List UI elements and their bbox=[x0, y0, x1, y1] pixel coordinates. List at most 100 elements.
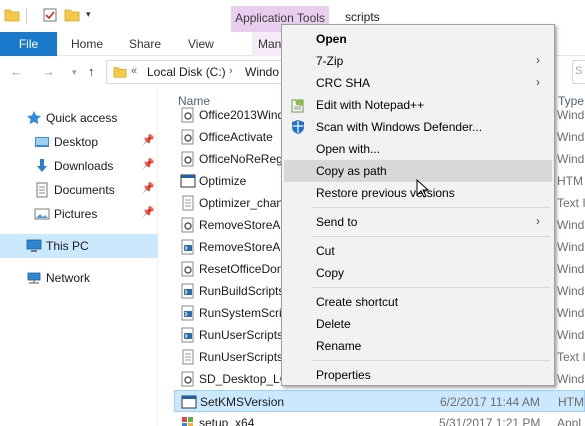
pin-icon[interactable]: 📌 bbox=[142, 183, 154, 194]
file-name: Office2013Wind bbox=[199, 108, 285, 122]
menu-item-create-shortcut[interactable]: Create shortcut bbox=[284, 291, 552, 313]
file-type: Wind bbox=[557, 372, 585, 386]
menu-item-edit-notepadpp[interactable]: Edit with Notepad++ bbox=[284, 94, 552, 116]
address-overflow[interactable]: « bbox=[131, 65, 137, 77]
menu-item-label: Edit with Notepad++ bbox=[316, 98, 425, 112]
sidebar-item-documents[interactable]: Documents 📌 bbox=[0, 178, 158, 202]
notepadpp-icon bbox=[291, 99, 304, 113]
file-type: Wind bbox=[557, 218, 585, 232]
sidebar-item-desktop[interactable]: Desktop 📌 bbox=[0, 130, 158, 154]
new-folder-icon[interactable] bbox=[64, 7, 80, 23]
menu-item-label: Cut bbox=[316, 244, 335, 258]
menu-item-label: Rename bbox=[316, 339, 362, 353]
script-gear-icon bbox=[181, 371, 194, 387]
forward-arrow-icon[interactable]: → bbox=[42, 64, 55, 79]
file-name: Optimizer_chan bbox=[199, 196, 284, 210]
file-type: Wind bbox=[557, 152, 585, 166]
chevron-right-icon[interactable]: › bbox=[229, 65, 233, 77]
sidebar-item-downloads[interactable]: Downloads 📌 bbox=[0, 154, 158, 178]
text-file-icon bbox=[182, 349, 194, 365]
file-name: SetKMSVersion bbox=[200, 395, 285, 409]
powershell-icon bbox=[181, 283, 194, 299]
breadcrumb-windows[interactable]: Windo bbox=[245, 65, 279, 79]
menu-item-label: 7-Zip bbox=[316, 54, 344, 68]
file-type: Wind bbox=[557, 108, 585, 122]
file-date: 5/31/2017 1:21 PM bbox=[439, 416, 541, 426]
menu-item-7zip[interactable]: 7-Zip › bbox=[284, 50, 552, 72]
powershell-icon bbox=[181, 305, 194, 321]
menu-item-properties[interactable]: Properties bbox=[284, 364, 552, 386]
menu-item-open-with[interactable]: Open with... bbox=[284, 138, 552, 160]
up-arrow-icon[interactable]: ↑ bbox=[88, 64, 95, 79]
submenu-arrow-icon: › bbox=[536, 75, 540, 89]
script-gear-icon bbox=[181, 129, 194, 145]
customize-toolbar-arrow-icon[interactable]: ▾ bbox=[86, 9, 91, 20]
sidebar-item-quick-access[interactable]: Quick access bbox=[0, 106, 158, 130]
menu-separator bbox=[312, 236, 550, 237]
sidebar-item-label: Network bbox=[46, 271, 91, 285]
pin-icon[interactable]: 📌 bbox=[142, 159, 154, 170]
sidebar-item-label: Desktop bbox=[54, 135, 99, 149]
sidebar-item-label: Downloads bbox=[54, 159, 114, 173]
menu-item-copy[interactable]: Copy bbox=[284, 262, 552, 284]
menu-item-label: Properties bbox=[316, 368, 371, 382]
defender-shield-icon bbox=[292, 120, 304, 134]
powershell-icon bbox=[181, 327, 194, 343]
menu-item-rename[interactable]: Rename bbox=[284, 335, 552, 357]
tab-share[interactable]: Share bbox=[129, 32, 161, 56]
documents-icon bbox=[36, 182, 48, 198]
folder-icon bbox=[113, 67, 127, 78]
context-menu: Open 7-Zip › CRC SHA › Edit with Notepad… bbox=[281, 24, 555, 386]
tab-file[interactable]: File bbox=[0, 32, 57, 56]
search-input[interactable]: S bbox=[572, 60, 585, 84]
script-gear-icon bbox=[181, 107, 194, 123]
file-name: ResetOfficeDon bbox=[199, 262, 284, 276]
sidebar-item-label: This PC bbox=[46, 239, 89, 253]
recent-locations-icon[interactable]: ▾ bbox=[72, 67, 77, 78]
computer-icon bbox=[26, 239, 42, 252]
file-name: OfficeActivate bbox=[199, 130, 273, 144]
file-name: SD_Desktop_LO bbox=[199, 372, 290, 386]
menu-item-open[interactable]: Open bbox=[284, 28, 552, 50]
address-bar[interactable]: « Local Disk (C:) › Windo bbox=[106, 60, 296, 84]
file-row[interactable]: setup_x64 5/31/2017 1:21 PM Appl bbox=[174, 412, 585, 426]
powershell-icon bbox=[181, 239, 194, 255]
sidebar-item-network[interactable]: Network bbox=[0, 266, 158, 290]
file-type: Wind bbox=[557, 284, 585, 298]
file-name: Optimize bbox=[199, 174, 247, 188]
back-arrow-icon[interactable]: ← bbox=[10, 64, 23, 79]
hta-window-icon bbox=[181, 395, 197, 409]
folder-icon[interactable] bbox=[4, 7, 20, 23]
text-file-icon bbox=[182, 195, 194, 211]
navigation-pane: Quick access Desktop 📌 Downloads 📌 Docum… bbox=[0, 88, 158, 426]
file-name: OfficeNoReReg bbox=[199, 152, 283, 166]
menu-item-send-to[interactable]: Send to › bbox=[284, 211, 552, 233]
menu-item-label: Create shortcut bbox=[316, 295, 399, 309]
file-row[interactable]: SetKMSVersion 6/2/2017 11:44 AM HTM bbox=[174, 390, 585, 412]
window-title: scripts bbox=[345, 10, 380, 24]
menu-item-delete[interactable]: Delete bbox=[284, 313, 552, 335]
pin-icon[interactable]: 📌 bbox=[142, 207, 154, 218]
menu-item-cut[interactable]: Cut bbox=[284, 240, 552, 262]
properties-check-icon[interactable] bbox=[42, 7, 58, 23]
file-type: Wind bbox=[557, 262, 585, 276]
download-arrow-icon bbox=[37, 159, 47, 172]
menu-item-scan-defender[interactable]: Scan with Windows Defender... bbox=[284, 116, 552, 138]
breadcrumb-local-disk[interactable]: Local Disk (C:) bbox=[147, 65, 226, 79]
file-name: RemoveStoreAp bbox=[199, 240, 288, 254]
pin-icon[interactable]: 📌 bbox=[142, 135, 154, 146]
tab-home[interactable]: Home bbox=[71, 32, 103, 56]
sidebar-item-pictures[interactable]: Pictures 📌 bbox=[0, 202, 158, 226]
menu-item-label: Scan with Windows Defender... bbox=[316, 120, 483, 134]
tab-view[interactable]: View bbox=[188, 32, 214, 56]
file-name: RunUserScripts bbox=[199, 350, 284, 364]
menu-item-label: CRC SHA bbox=[316, 76, 371, 90]
menu-item-label: Copy bbox=[316, 266, 345, 280]
sidebar-item-label: Quick access bbox=[46, 111, 118, 125]
menu-separator bbox=[312, 287, 550, 288]
menu-item-crc-sha[interactable]: CRC SHA › bbox=[284, 72, 552, 94]
sidebar-item-this-pc[interactable]: This PC bbox=[0, 234, 158, 258]
script-gear-icon bbox=[181, 151, 194, 167]
menu-item-label: Open bbox=[316, 32, 347, 46]
toolbar-separator bbox=[26, 8, 27, 24]
